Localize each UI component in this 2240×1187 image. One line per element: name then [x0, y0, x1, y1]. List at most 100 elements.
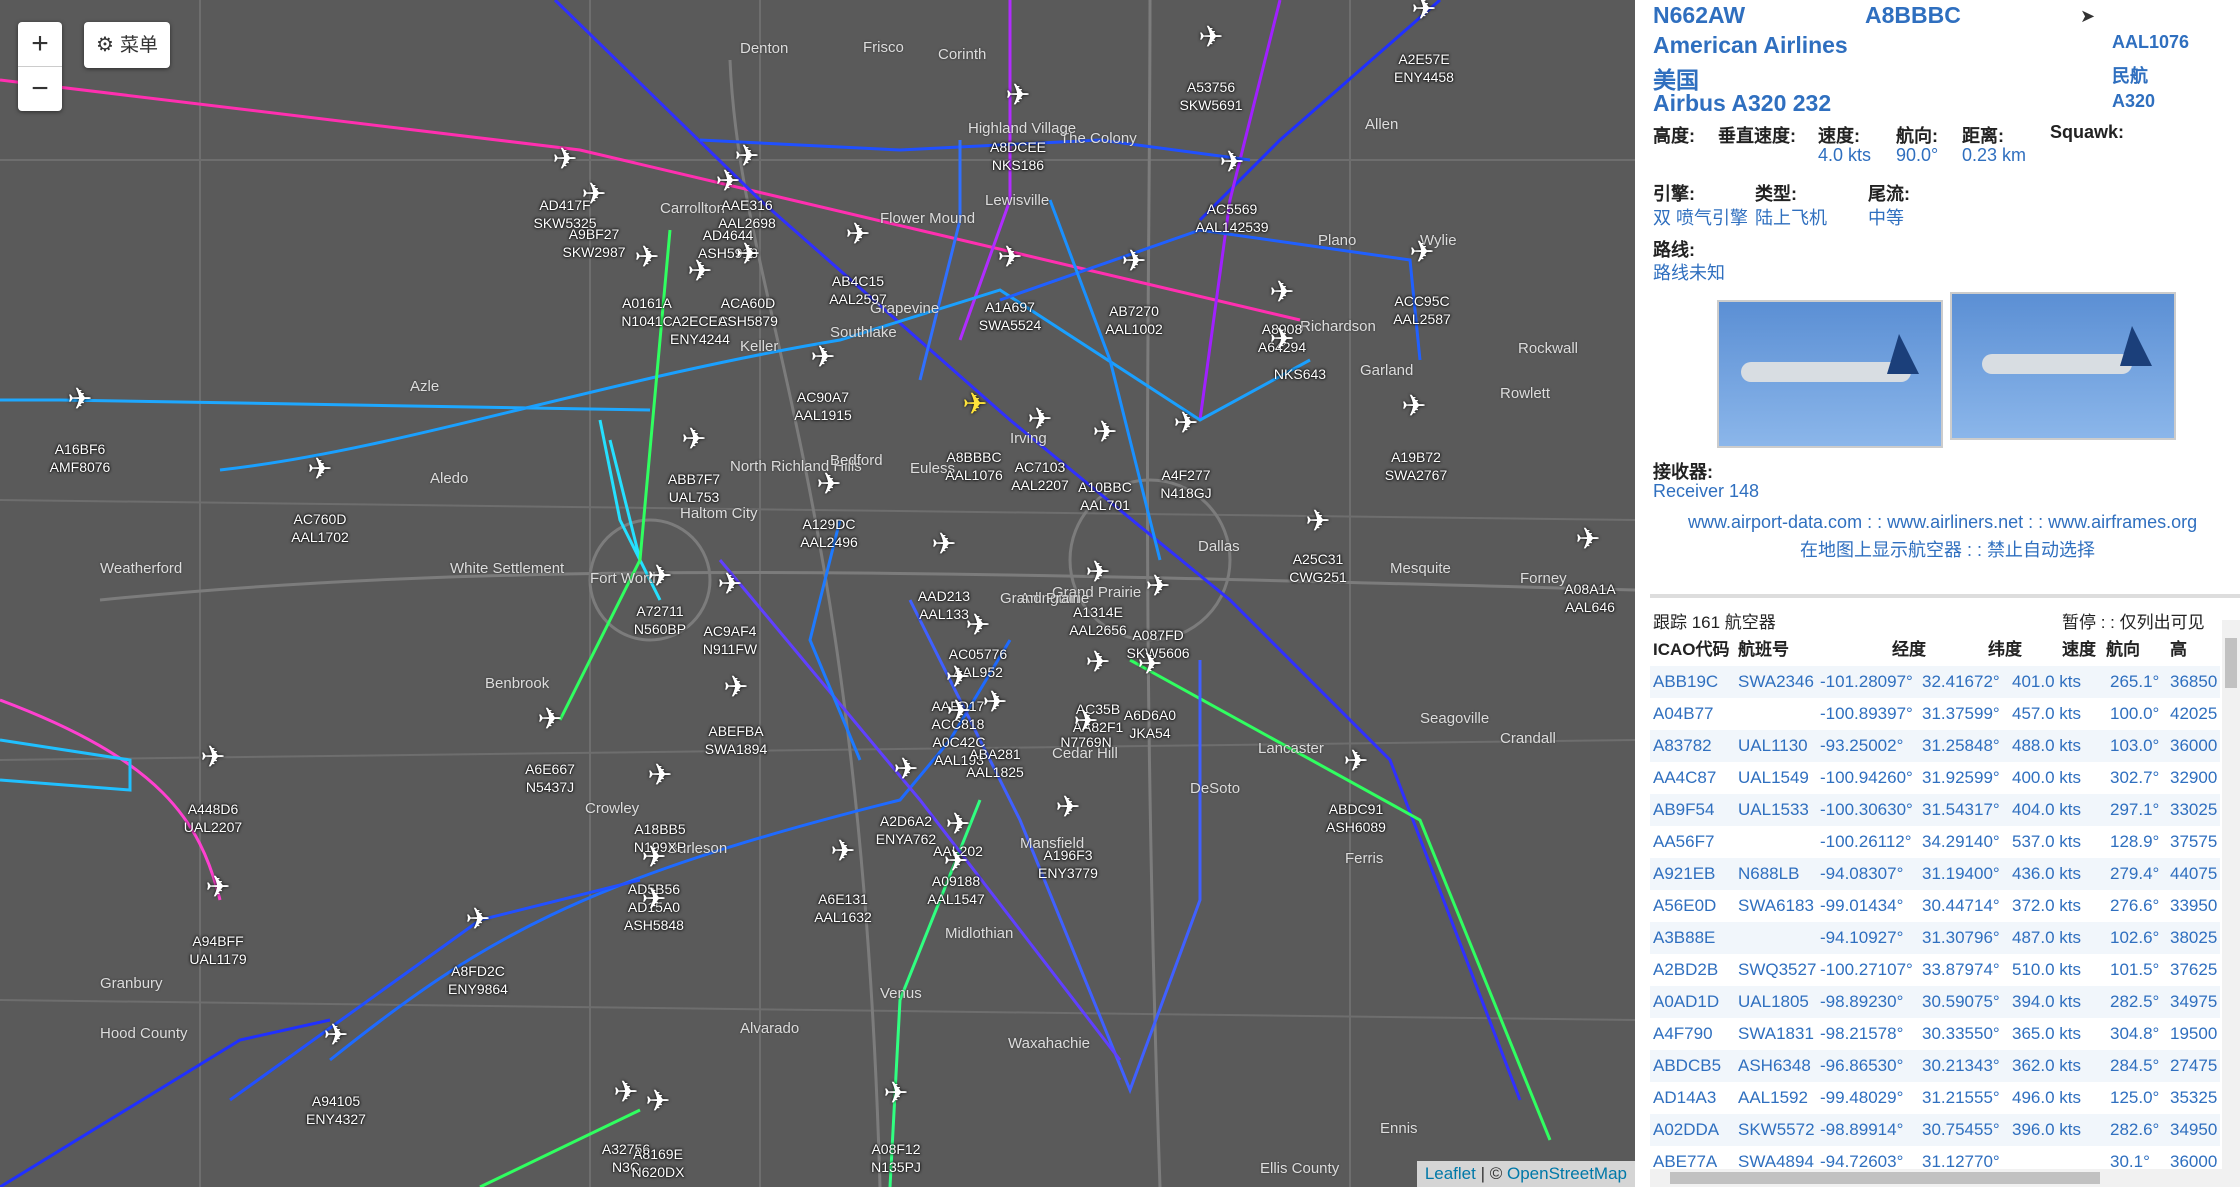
- aircraft-marker-icon[interactable]: ✈: [1269, 325, 1294, 355]
- aircraft-marker-icon[interactable]: ✈: [816, 470, 841, 500]
- table-row[interactable]: AA4C87 UAL1549 -100.94260° 31.92599° 400.0 k…: [1650, 762, 2220, 794]
- aircraft-marker-icon[interactable]: ✈: [1085, 648, 1110, 678]
- aircraft-marker-icon[interactable]: ✈: [931, 530, 956, 560]
- table-row[interactable]: A3B88E -94.10927° 31.30796° 487.0 kts 102.6°…: [1650, 922, 2220, 954]
- aircraft-marker-icon[interactable]: ✈: [1121, 247, 1146, 277]
- aircraft-label[interactable]: ABA281 AAL1825: [966, 745, 1024, 781]
- airliners-link[interactable]: www.airliners.net: [1887, 512, 2023, 532]
- aircraft-marker-icon[interactable]: ✈: [1173, 409, 1198, 439]
- col-speed[interactable]: 速度: [2062, 634, 2096, 666]
- aircraft-label[interactable]: A25C31 CWG251: [1289, 550, 1347, 586]
- aircraft-label[interactable]: A08F12 N135PJ: [871, 1140, 921, 1176]
- aircraft-marker-icon[interactable]: ✈: [1401, 392, 1426, 422]
- aircraft-label[interactable]: A16BF6 AMF8076: [50, 440, 111, 476]
- col-flight[interactable]: 航班号: [1738, 634, 1789, 666]
- aircraft-marker-icon[interactable]: ✈: [962, 390, 987, 420]
- aircraft-label[interactable]: ACC95C AAL2587: [1393, 292, 1451, 328]
- airframes-link[interactable]: www.airframes.org: [2048, 512, 2197, 532]
- aircraft-marker-icon[interactable]: ✈: [945, 663, 970, 693]
- aircraft-label[interactable]: AB7270 AAL1002: [1105, 302, 1163, 338]
- aircraft-label[interactable]: A8BBBC AAL1076: [945, 448, 1003, 484]
- aircraft-marker-icon[interactable]: ✈: [323, 1021, 348, 1051]
- aircraft-marker-icon[interactable]: ✈: [810, 343, 835, 373]
- aircraft-label[interactable]: AC9AF4 N911FW: [703, 622, 757, 658]
- aircraft-marker-icon[interactable]: ✈: [613, 1078, 638, 1108]
- aircraft-label[interactable]: ABDC91 ASH6089: [1326, 800, 1386, 836]
- col-icao[interactable]: ICAO代码: [1653, 634, 1730, 666]
- aircraft-marker-icon[interactable]: ✈: [687, 257, 712, 287]
- aircraft-label[interactable]: A09188 AAL1547: [927, 872, 985, 908]
- col-altitude[interactable]: 高: [2170, 634, 2187, 666]
- aircraft-label[interactable]: NKS643: [1274, 365, 1326, 383]
- aircraft-label[interactable]: ABEFBA SWA1894: [705, 722, 768, 758]
- aircraft-label[interactable]: A53756 SKW5691: [1179, 78, 1242, 114]
- aircraft-marker-icon[interactable]: ✈: [647, 562, 672, 592]
- aircraft-label[interactable]: A19B72 SWA2767: [1385, 448, 1448, 484]
- aircraft-marker-icon[interactable]: ✈: [1343, 747, 1368, 777]
- aircraft-label[interactable]: A8DCEE NKS186: [990, 138, 1046, 174]
- table-row[interactable]: ABB19C SWA2346 -101.28097° 32.41672° 401.0 k…: [1650, 666, 2220, 698]
- table-row[interactable]: A04B77 -100.89397° 31.37599° 457.0 kts 100.0…: [1650, 698, 2220, 730]
- aircraft-marker-icon[interactable]: ✈: [1219, 148, 1244, 178]
- aircraft-marker-icon[interactable]: ✈: [205, 873, 230, 903]
- aircraft-marker-icon[interactable]: ✈: [715, 167, 740, 197]
- table-row[interactable]: AA56F7 -100.26112° 34.29140° 537.0 kts 128.9…: [1650, 826, 2220, 858]
- aircraft-marker-icon[interactable]: ✈: [893, 755, 918, 785]
- aircraft-label[interactable]: AB4C15 AAL2597: [829, 272, 887, 308]
- aircraft-label[interactable]: ABB7F7 UAL753: [668, 470, 720, 506]
- aircraft-label[interactable]: AC760D AAL1702: [291, 510, 349, 546]
- aircraft-marker-icon[interactable]: ✈: [717, 570, 742, 600]
- table-row[interactable]: A83782 UAL1130 -93.25002° 31.25848° 488.0 kt…: [1650, 730, 2220, 762]
- col-lat[interactable]: 纬度: [1988, 634, 2022, 666]
- aircraft-marker-icon[interactable]: ✈: [681, 425, 706, 455]
- show-on-map-link[interactable]: 在地图上显示航空器: [1800, 540, 1962, 560]
- aircraft-marker-icon[interactable]: ✈: [1055, 793, 1080, 823]
- aircraft-label[interactable]: A2E57E ENY4458: [1394, 50, 1454, 86]
- aircraft-label[interactable]: A2D6A2 ENYA762: [876, 812, 936, 848]
- aircraft-marker-icon[interactable]: ✈: [1137, 650, 1162, 680]
- table-row[interactable]: A4F790 SWA1831 -98.21578° 30.33550° 365.0 kt…: [1650, 1018, 2220, 1050]
- aircraft-marker-icon[interactable]: ✈: [997, 243, 1022, 273]
- aircraft-marker-icon[interactable]: ✈: [1092, 418, 1117, 448]
- aircraft-label[interactable]: AAD213 AAL133: [918, 587, 970, 623]
- aircraft-label[interactable]: AC90A7 AAL1915: [794, 388, 852, 424]
- aircraft-label[interactable]: A6D6A0 JKA54: [1124, 706, 1176, 742]
- aircraft-marker-icon[interactable]: ✈: [537, 705, 562, 735]
- aircraft-label[interactable]: A72711 N560BP: [634, 602, 686, 638]
- aircraft-marker-icon[interactable]: ✈: [647, 761, 672, 791]
- zoom-in-button[interactable]: +: [18, 22, 62, 66]
- table-row[interactable]: A02DDA SKW5572 -98.89914° 30.75455° 396.0 kt…: [1650, 1114, 2220, 1146]
- aircraft-label[interactable]: N7769N: [1060, 733, 1111, 751]
- map[interactable]: Frisco Allen Lewisville Plano Wylie Garland De…: [0, 0, 1635, 1187]
- aircraft-marker-icon[interactable]: ✈: [723, 673, 748, 703]
- aircraft-marker-icon[interactable]: ✈: [645, 1087, 670, 1117]
- aircraft-marker-icon[interactable]: ✈: [946, 697, 971, 727]
- aircraft-label[interactable]: A10BBC AAL701: [1078, 478, 1132, 514]
- aircraft-marker-icon[interactable]: ✈: [1269, 278, 1294, 308]
- aircraft-marker-icon[interactable]: ✈: [1575, 525, 1600, 555]
- table-row[interactable]: ABDCB5 ASH6348 -96.86530° 30.21343° 362.0 kt…: [1650, 1050, 2220, 1082]
- aircraft-marker-icon[interactable]: ✈: [200, 743, 225, 773]
- zoom-out-button[interactable]: −: [18, 66, 62, 111]
- aircraft-marker-icon[interactable]: ✈: [1145, 572, 1170, 602]
- table-row[interactable]: A921EB N688LB -94.08307° 31.19400° 436.0 kts…: [1650, 858, 2220, 890]
- panel-resize-handle[interactable]: [1650, 594, 2240, 598]
- aircraft-marker-icon[interactable]: ✈: [1409, 238, 1434, 268]
- table-horizontal-scrollbar[interactable]: [1650, 1169, 2240, 1187]
- flight-number[interactable]: AAL1076: [2112, 32, 2189, 53]
- aircraft-label[interactable]: A08A1A AAL646: [1564, 580, 1615, 616]
- disable-autoselect-link[interactable]: 禁止自动选择: [1987, 540, 2095, 560]
- table-row[interactable]: A2BD2B SWQ3527 -100.27107° 33.87974° 510.0 k…: [1650, 954, 2220, 986]
- aircraft-marker-icon[interactable]: ✈: [1085, 558, 1110, 588]
- aircraft-marker-icon[interactable]: ✈: [735, 240, 760, 270]
- aircraft-marker-icon[interactable]: ✈: [982, 688, 1007, 718]
- aircraft-label[interactable]: A129DC AAL2496: [800, 515, 858, 551]
- aircraft-marker-icon[interactable]: ✈: [641, 843, 666, 873]
- aircraft-marker-icon[interactable]: ✈: [1027, 405, 1052, 435]
- aircraft-marker-icon[interactable]: ✈: [1198, 23, 1223, 53]
- aircraft-marker-icon[interactable]: ✈: [634, 243, 659, 273]
- aircraft-label[interactable]: ACA60D ASH5879: [718, 294, 778, 330]
- aircraft-marker-icon[interactable]: ✈: [965, 611, 990, 641]
- aircraft-marker-icon[interactable]: ✈: [945, 810, 970, 840]
- aircraft-label[interactable]: AC5569 AAL142539: [1195, 200, 1268, 236]
